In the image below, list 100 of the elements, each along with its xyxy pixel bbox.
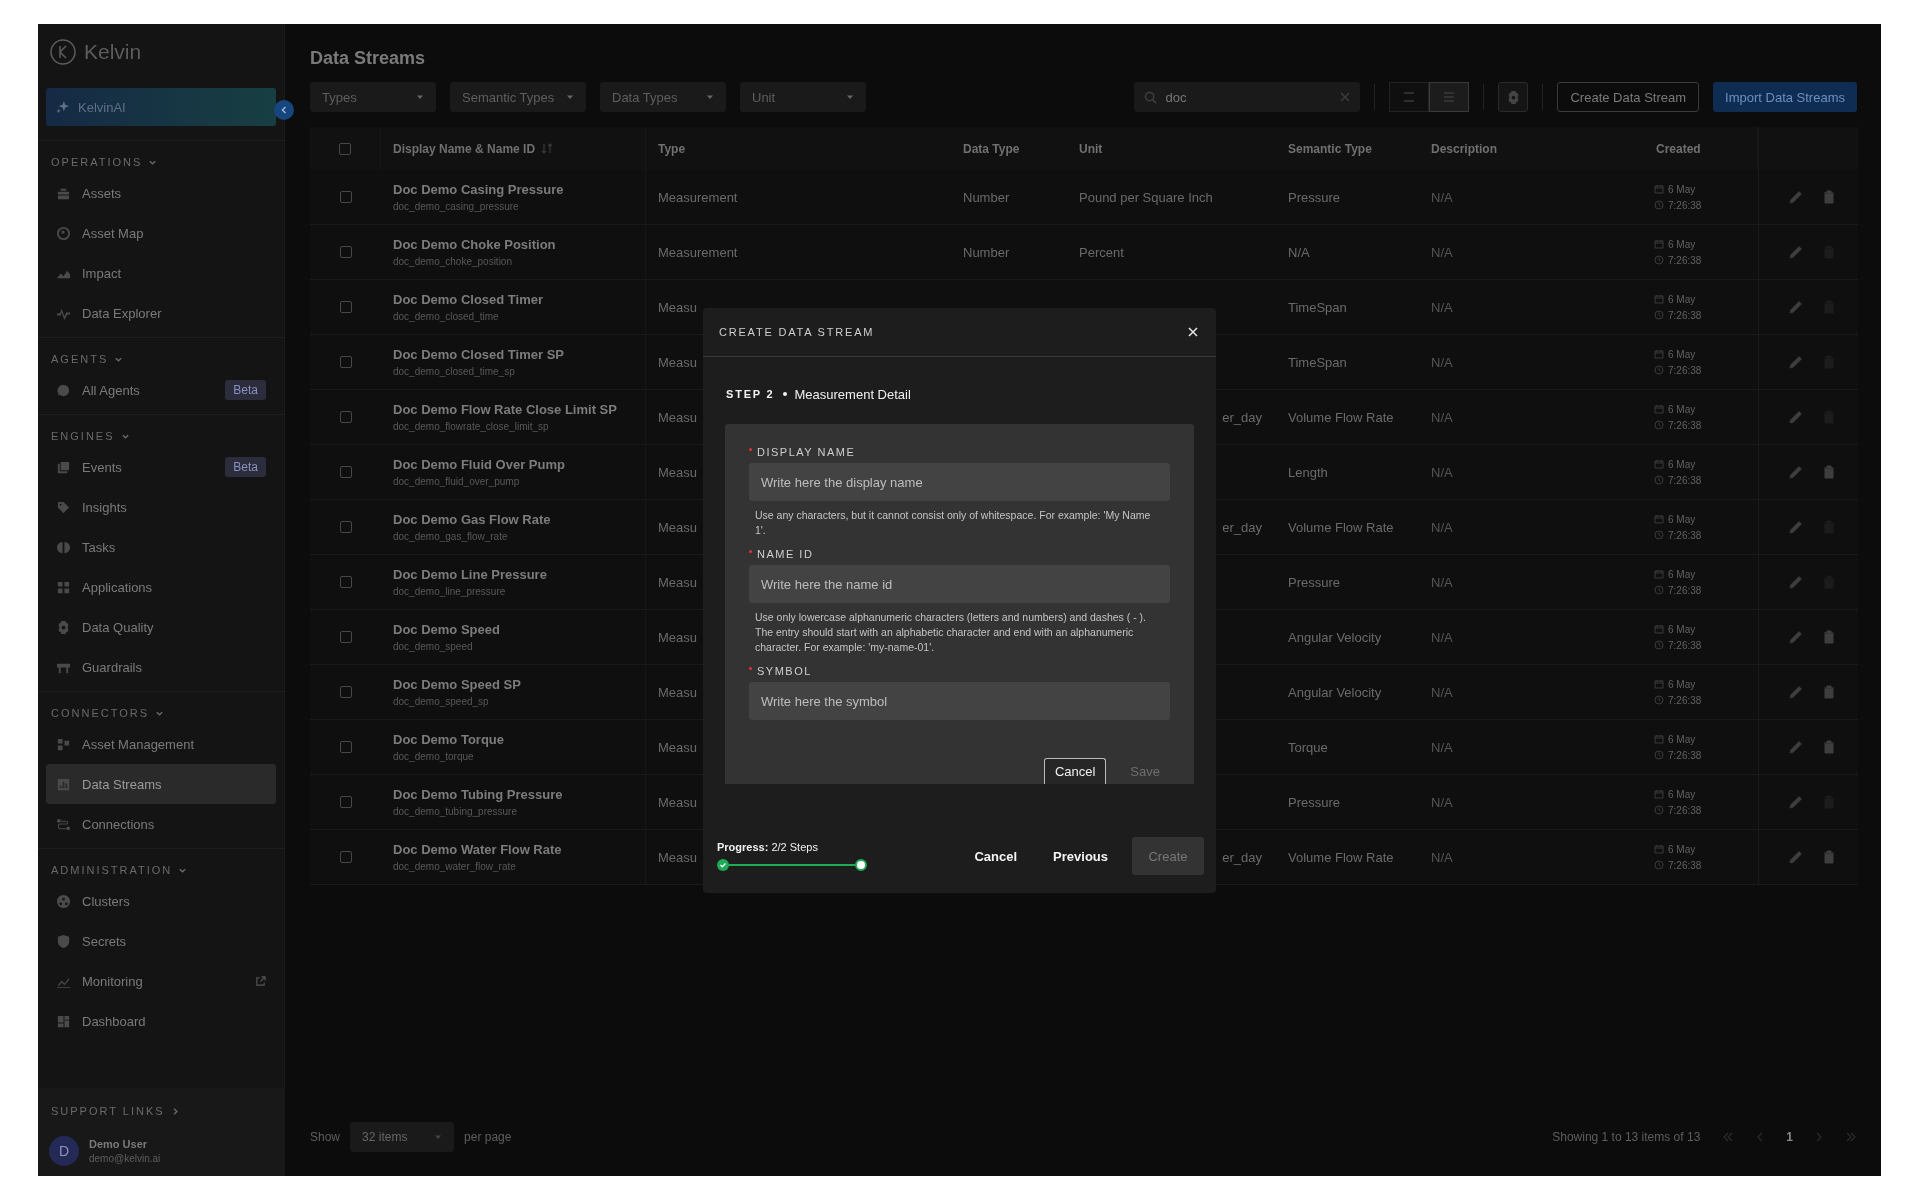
edit-icon[interactable] [1789,795,1803,809]
caret-icon [846,93,854,101]
edit-icon[interactable] [1789,850,1803,864]
input-field[interactable]: Write here the name id [749,565,1170,603]
column-header[interactable]: Semantic Type [1288,141,1372,156]
edit-icon[interactable] [1789,410,1803,424]
create-data-stream-button[interactable]: Create Data Stream [1557,82,1700,112]
nav-item[interactable]: Secrets [46,921,276,961]
nav-item[interactable]: Applications [46,567,276,607]
column-header[interactable]: Unit [1079,141,1103,156]
page-size-dropdown[interactable]: 32 items [350,1122,455,1152]
cancel-button[interactable]: Cancel [1043,758,1107,784]
table-cell: Length [1288,464,1328,480]
row-checkbox[interactable] [339,411,352,423]
edit-icon[interactable] [1789,245,1803,259]
nav-item[interactable]: Guardrails [46,647,276,687]
edit-icon[interactable] [1789,465,1803,479]
nav-item[interactable]: Assets [46,173,276,213]
compact-view-button[interactable] [1389,82,1430,112]
row-checkbox[interactable] [339,246,352,258]
row-checkbox[interactable] [339,851,352,863]
column-header[interactable]: Type [658,141,686,156]
filter-dropdown[interactable]: Types [310,82,436,112]
column-header[interactable]: Display Name & Name ID [393,141,536,156]
nav-item[interactable]: Insights [46,487,276,527]
edit-icon[interactable] [1789,630,1803,644]
close-icon[interactable] [1188,327,1198,337]
row-checkbox[interactable] [339,631,352,643]
edit-icon[interactable] [1789,740,1803,754]
nav-item[interactable]: Dashboard [46,1001,276,1041]
stream-id: doc_demo_tubing_pressure [393,806,517,817]
nav-item[interactable]: Data Explorer [46,293,276,333]
nav-item[interactable]: Clusters [46,881,276,921]
table-row[interactable]: Doc Demo Casing Pressure doc_demo_casing_pressure Measurement Number Pound per Square Inch Pressure N/A 6 May 7:26:38 [310,170,1858,225]
edit-icon[interactable] [1789,190,1803,204]
nav-item[interactable]: Asset Map [46,213,276,253]
search-field[interactable]: doc [1134,82,1361,112]
nav-item[interactable]: Data Quality [46,607,276,647]
delete-icon[interactable] [1823,630,1835,644]
delete-icon[interactable] [1823,465,1835,479]
delete-icon[interactable] [1823,850,1835,864]
table-cell: Measu [658,464,698,480]
nav-item[interactable]: All Agents Beta [46,370,276,410]
section-heading[interactable]: ENGINES [46,425,276,447]
edit-icon[interactable] [1789,300,1803,314]
collapse-button[interactable] [274,100,294,120]
row-checkbox[interactable] [339,356,352,368]
list-view-button[interactable] [1429,82,1470,112]
row-checkbox[interactable] [339,466,352,478]
filter-dropdown[interactable]: Data Types [600,82,726,112]
page-number[interactable]: 1 [1786,1130,1793,1144]
filter-dropdown[interactable]: Unit [740,82,866,112]
assistant-button[interactable]: KelvinAI [46,88,276,126]
input-field[interactable]: Write here the symbol [749,682,1170,720]
delete-icon[interactable] [1823,685,1835,699]
section-heading[interactable]: CONNECTORS [46,702,276,724]
section-heading[interactable]: ADMINISTRATION [46,859,276,881]
column-header[interactable]: Created [1656,141,1701,156]
user-avatar[interactable]: D [49,1136,79,1166]
edit-icon[interactable] [1789,575,1803,589]
input-field[interactable]: Write here the display name [749,463,1170,501]
filter-dropdown[interactable]: Semantic Types [450,82,586,112]
table-cell: TimeSpan [1288,354,1347,370]
delete-icon[interactable] [1823,740,1835,754]
cancel-button[interactable]: Cancel [962,840,1030,872]
row-checkbox[interactable] [339,796,352,808]
support-links-heading[interactable]: SUPPORT LINKS [46,1100,276,1122]
settings-button[interactable] [1498,82,1529,112]
edit-icon[interactable] [1789,520,1803,534]
delete-icon[interactable] [1823,190,1835,204]
row-checkbox[interactable] [339,576,352,588]
row-checkbox[interactable] [339,741,352,753]
nav-item[interactable]: Tasks [46,527,276,567]
sort-icon[interactable] [541,143,554,154]
edit-icon[interactable] [1789,355,1803,369]
column-header[interactable]: Description [1431,141,1497,156]
nav-item[interactable]: Monitoring [46,961,276,1001]
select-all-checkbox[interactable] [339,142,351,155]
table-row[interactable]: Doc Demo Choke Position doc_demo_choke_position Measurement Number Percent N/A N/A 6 May 7:26:38 [310,225,1858,280]
previous-page-icon[interactable] [1756,1132,1765,1142]
row-checkbox[interactable] [339,521,352,533]
section-heading[interactable]: OPERATIONS [46,151,276,173]
section-heading[interactable]: AGENTS [46,348,276,370]
nav-item[interactable]: Asset Management [46,724,276,764]
first-page-icon[interactable] [1722,1132,1735,1142]
last-page-icon[interactable] [1845,1132,1857,1142]
next-page-icon[interactable] [1815,1132,1823,1142]
table-cell: Pressure [1288,794,1341,810]
row-checkbox[interactable] [339,686,352,698]
nav-item[interactable]: Events Beta [46,447,276,487]
previous-button[interactable]: Previous [1041,840,1120,872]
nav-item[interactable]: Impact [46,253,276,293]
row-checkbox[interactable] [339,191,352,203]
nav-item[interactable]: Data Streams [46,764,276,804]
edit-icon[interactable] [1789,685,1803,699]
clear-icon[interactable] [1340,92,1351,102]
nav-item[interactable]: Connections [46,804,276,844]
row-checkbox[interactable] [339,301,352,313]
column-header[interactable]: Data Type [963,141,1020,156]
import-data-streams-button[interactable]: Import Data Streams [1713,82,1857,112]
